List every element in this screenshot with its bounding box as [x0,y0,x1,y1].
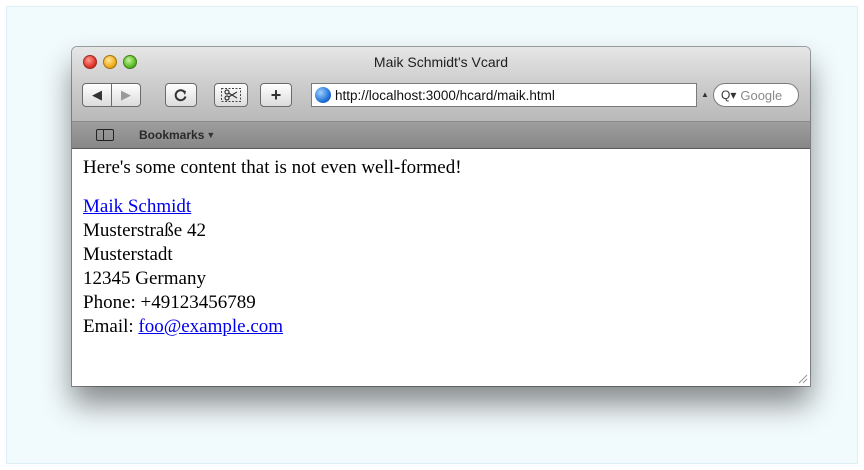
plus-icon: + [270,84,282,105]
search-placeholder: Google [740,87,783,103]
address-url: http://localhost:3000/hcard/maik.html [335,87,555,103]
vcard: Maik Schmidt Musterstraße 42 Musterstadt… [83,195,810,339]
reload-button[interactable] [165,83,197,107]
add-bookmark-button[interactable]: + [260,83,292,107]
search-input[interactable]: Q▾ Google [713,83,799,107]
snip-button[interactable] [214,83,248,107]
globe-icon [315,87,331,103]
address-bar[interactable]: http://localhost:3000/hcard/maik.html [311,83,697,107]
locality: Musterstadt [83,244,173,265]
postal-country: 12345 Germany [83,268,206,289]
email-label: Email: [83,316,134,337]
street-address: Musterstraße 42 [83,220,206,241]
email-line: Email: foo@example.com [83,315,810,339]
window-title: Maik Schmidt's Vcard [373,54,509,70]
reload-icon [174,89,187,102]
snapback-icon[interactable]: ▲ [701,90,709,99]
book-icon[interactable] [96,129,114,141]
page-content: Here's some content that is not even wel… [72,149,810,386]
title-bar: Maik Schmidt's Vcard ◀ ▶ + http://localh… [72,47,810,122]
bookmarks-bar: Bookmarks ▼ [72,122,810,149]
bookmarks-menu[interactable]: Bookmarks [139,128,204,142]
forward-button[interactable]: ▶ [111,83,141,107]
name-link[interactable]: Maik Schmidt [83,196,191,217]
intro-text: Here's some content that is not even wel… [83,157,462,178]
phone: Phone: +49123456789 [83,292,256,313]
resize-grip-icon[interactable] [796,372,808,384]
chevron-down-icon: ▼ [206,130,216,140]
back-arrow-icon: ◀ [92,87,102,102]
scissors-icon [221,88,241,102]
forward-arrow-icon: ▶ [121,87,131,102]
back-button[interactable]: ◀ [82,83,112,107]
browser-window: Maik Schmidt's Vcard ◀ ▶ + http://localh… [72,47,810,386]
email-link[interactable]: foo@example.com [138,316,283,337]
search-icon: Q▾ [721,88,737,102]
